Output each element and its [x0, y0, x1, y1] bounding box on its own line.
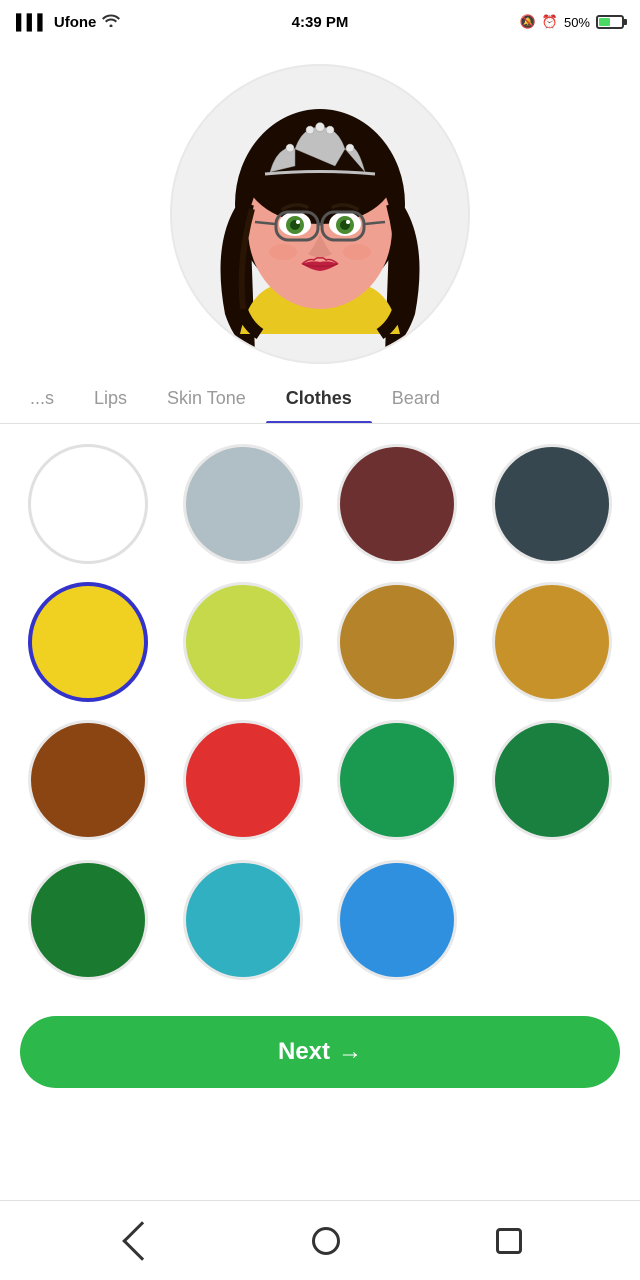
color-option-empty — [492, 860, 612, 980]
alarm-icon: ⏰ — [542, 14, 558, 30]
signal-icon: ▌▌▌ — [16, 14, 48, 31]
avatar-circle — [170, 64, 470, 364]
tabs-container: ...s Lips Skin Tone Clothes Beard — [0, 374, 640, 424]
color-grid — [0, 424, 640, 850]
recents-icon[interactable] — [496, 1228, 522, 1254]
color-option-lightblue[interactable] — [183, 444, 303, 564]
status-right: 🔕 ⏰ 50% — [520, 14, 624, 30]
color-option-red[interactable] — [183, 720, 303, 840]
color-option-lightblue2[interactable] — [337, 860, 457, 980]
color-option-darkgreen[interactable] — [28, 860, 148, 980]
color-option-green1[interactable] — [337, 720, 457, 840]
color-option-darkgray[interactable] — [492, 444, 612, 564]
home-icon[interactable] — [312, 1227, 340, 1255]
battery-icon — [596, 15, 624, 29]
color-option-yellow[interactable] — [28, 582, 148, 702]
color-option-saddlebrown[interactable] — [28, 720, 148, 840]
tab-lips[interactable]: Lips — [74, 374, 147, 423]
carrier-name: Ufone — [54, 14, 97, 31]
tab-brows[interactable]: ...s — [10, 374, 74, 423]
next-button-label: Next — [278, 1038, 330, 1066]
color-option-darkred[interactable] — [337, 444, 457, 564]
wifi-icon — [102, 13, 120, 31]
battery-percent: 50% — [564, 15, 590, 30]
vibrate-icon: 🔕 — [520, 14, 536, 30]
bottom-nav — [0, 1200, 640, 1280]
avatar-svg — [180, 74, 460, 354]
color-option-green2[interactable] — [492, 720, 612, 840]
status-bar: ▌▌▌ Ufone 4:39 PM 🔕 ⏰ 50% — [0, 0, 640, 44]
tab-beard[interactable]: Beard — [372, 374, 460, 423]
next-button-container: Next → — [0, 1000, 640, 1104]
next-button[interactable]: Next → — [20, 1016, 620, 1088]
next-arrow-icon: → — [338, 1038, 362, 1066]
back-icon[interactable] — [122, 1221, 162, 1261]
color-option-yellowgreen[interactable] — [183, 582, 303, 702]
color-grid-partial — [0, 850, 640, 1000]
color-option-orange[interactable] — [492, 582, 612, 702]
tab-skintone[interactable]: Skin Tone — [147, 374, 266, 423]
color-option-teal[interactable] — [183, 860, 303, 980]
color-option-brown[interactable] — [337, 582, 457, 702]
tab-clothes[interactable]: Clothes — [266, 374, 372, 423]
status-time: 4:39 PM — [292, 14, 349, 31]
status-left: ▌▌▌ Ufone — [16, 13, 120, 31]
avatar-section — [0, 44, 640, 374]
color-option-white[interactable] — [28, 444, 148, 564]
